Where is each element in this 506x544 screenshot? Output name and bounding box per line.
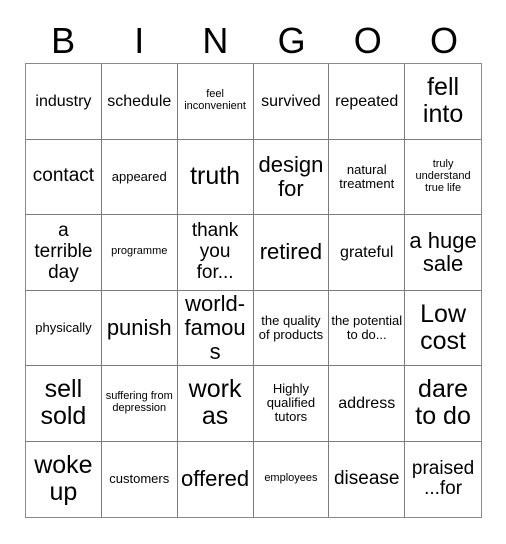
bingo-cell-r4-c1[interactable]: physically: [26, 290, 102, 366]
bingo-cell-label: industry: [35, 92, 92, 110]
bingo-header-letter-4: O: [353, 20, 382, 61]
bingo-cell-r6-c3[interactable]: offered: [177, 441, 254, 517]
bingo-cell-r4-c6[interactable]: Low cost: [405, 290, 481, 366]
bingo-header-letter-5: O: [429, 20, 458, 61]
bingo-cell-label: praised ...for: [411, 457, 475, 500]
bingo-cell-r6-c2[interactable]: customers: [101, 441, 178, 517]
bingo-cell-label: retired: [259, 239, 323, 265]
bingo-cell-label: survived: [261, 92, 321, 110]
bingo-cell-label: suffering from depression: [105, 390, 173, 415]
bingo-cell-label: schedule: [107, 92, 172, 110]
bingo-cell-label: truly understand true life: [415, 157, 471, 194]
bingo-cell-r2-c5[interactable]: natural treatment: [329, 139, 406, 215]
bingo-cell-r2-c4[interactable]: design for: [253, 139, 330, 215]
bingo-cell-r3-c2[interactable]: programme: [101, 215, 178, 291]
bingo-cell-r6-c1[interactable]: woke up: [26, 441, 102, 517]
bingo-cell-r5-c6[interactable]: dare to do: [405, 366, 481, 442]
bingo-header-letter-1: I: [134, 20, 145, 61]
bingo-cell-r2-c6[interactable]: truly understand true life: [405, 139, 481, 215]
bingo-cell-r4-c5[interactable]: the potential to do...: [329, 290, 406, 366]
bingo-cell-label: disease: [333, 467, 400, 489]
bingo-cell-label: dare to do: [415, 375, 471, 431]
bingo-cell-label: physically: [35, 319, 92, 335]
bingo-cell-label: feel inconvenient: [184, 88, 246, 113]
bingo-cell-label: sell sold: [40, 375, 87, 431]
bingo-cell-r5-c5[interactable]: address: [329, 366, 406, 442]
bingo-cell-r5-c3[interactable]: work as: [177, 366, 254, 442]
bingo-header-row: BINGOO: [25, 18, 482, 63]
bingo-cell-r1-c4[interactable]: survived: [253, 64, 330, 140]
bingo-cell-r3-c4[interactable]: retired: [253, 215, 330, 291]
bingo-cell-r4-c4[interactable]: the quality of products: [253, 290, 330, 366]
bingo-header-letter-2: N: [202, 20, 229, 61]
bingo-cell-label: Low cost: [420, 299, 467, 355]
bingo-cell-label: employees: [264, 472, 318, 485]
bingo-cell-r4-c2[interactable]: punish: [101, 290, 178, 366]
bingo-cell-label: natural treatment: [339, 161, 395, 191]
bingo-cell-label: world-famous: [184, 291, 246, 364]
bingo-grid: industry schedule feel inconvenient survive…: [25, 63, 482, 518]
bingo-cell-r1-c1[interactable]: industry: [26, 64, 102, 140]
bingo-cell-label: programme: [111, 245, 168, 258]
bingo-cell-r6-c6[interactable]: praised ...for: [405, 441, 481, 517]
bingo-cell-r1-c2[interactable]: schedule: [101, 64, 178, 140]
bingo-cell-label: a huge sale: [409, 227, 477, 277]
bingo-cell-r2-c3[interactable]: truth: [177, 139, 254, 215]
bingo-card: B I N G O O industry schedule feel inconvenient…: [0, 0, 506, 544]
bingo-cell-label: Highly qualified tutors: [266, 381, 316, 425]
bingo-cell-label: contact: [32, 165, 95, 187]
bingo-cell-r1-c3[interactable]: feel inconvenient: [177, 64, 254, 140]
bingo-cell-r5-c2[interactable]: suffering from depression: [101, 366, 178, 442]
bingo-cell-label: offered: [181, 466, 250, 492]
bingo-cell-r6-c4[interactable]: employees: [253, 441, 330, 517]
bingo-cell-r5-c1[interactable]: sell sold: [26, 366, 102, 442]
bingo-cell-label: woke up: [34, 451, 93, 507]
bingo-cell-r3-c6[interactable]: a huge sale: [405, 215, 481, 291]
bingo-cell-label: punish: [106, 314, 172, 340]
bingo-cell-label: truth: [190, 162, 241, 191]
bingo-cell-r3-c5[interactable]: grateful: [329, 215, 406, 291]
bingo-cell-r1-c5[interactable]: repeated: [329, 64, 406, 140]
bingo-cell-label: customers: [109, 471, 170, 487]
bingo-cell-r3-c1[interactable]: a terrible day: [26, 215, 102, 291]
bingo-cell-label: design for: [258, 152, 324, 201]
bingo-cell-label: a terrible day: [34, 220, 93, 283]
bingo-cell-label: work as: [188, 375, 242, 431]
bingo-cell-r5-c4[interactable]: Highly qualified tutors: [253, 366, 330, 442]
bingo-cell-r1-c6[interactable]: fell into: [405, 64, 481, 140]
bingo-cell-r4-c3[interactable]: world-famous: [177, 290, 254, 366]
bingo-cell-r2-c1[interactable]: contact: [26, 139, 102, 215]
bingo-cell-label: the potential to do...: [331, 312, 403, 342]
bingo-cell-r6-c5[interactable]: disease: [329, 441, 406, 517]
bingo-cell-label: fell into: [422, 73, 464, 129]
bingo-cell-label: the quality of products: [258, 312, 324, 342]
bingo-cell-r2-c2[interactable]: appeared: [101, 139, 178, 215]
bingo-header-letter-3: G: [277, 20, 306, 61]
bingo-cell-label: appeared: [111, 168, 167, 184]
bingo-cell-label: thank you for...: [191, 220, 239, 283]
bingo-cell-r3-c3[interactable]: thank you for...: [177, 215, 254, 291]
bingo-cell-label: repeated: [335, 92, 399, 110]
bingo-header-letter-0: B: [51, 20, 76, 61]
bingo-cell-label: address: [338, 394, 396, 412]
bingo-cell-label: grateful: [340, 243, 394, 261]
